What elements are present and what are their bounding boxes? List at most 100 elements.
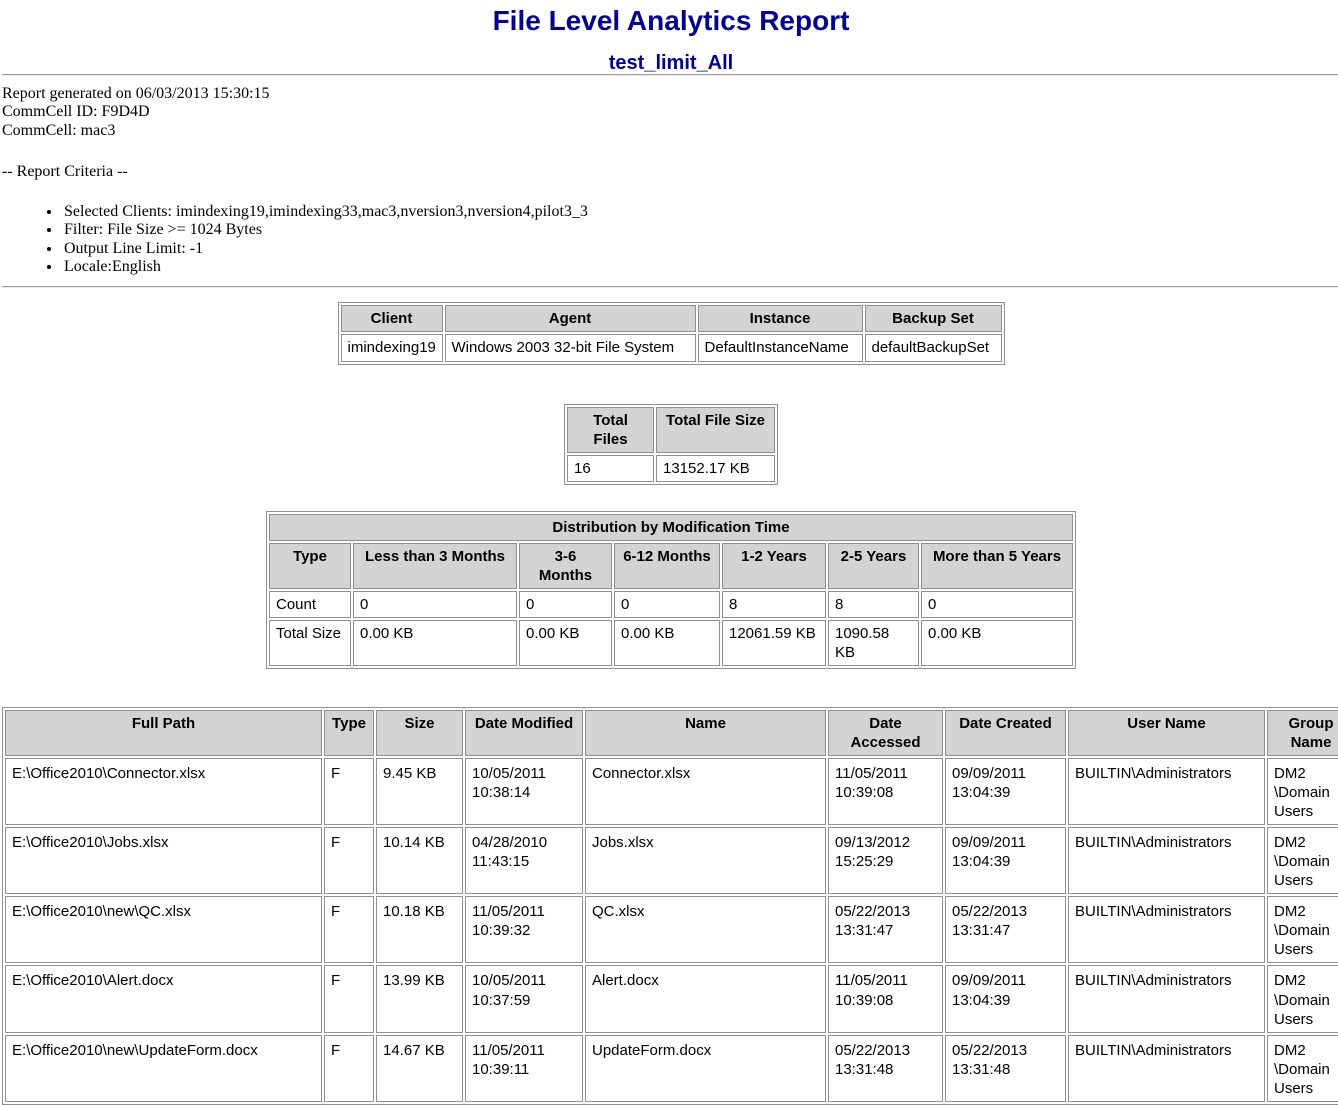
table-cell: 0 — [614, 591, 720, 618]
table-cell: F — [324, 965, 374, 1032]
header-row: ClientAgentInstanceBackup Set — [341, 305, 1002, 332]
table-cell: F — [324, 758, 374, 825]
table-cell: F — [324, 1035, 374, 1102]
table-cell: 05/22/2013 13:31:47 — [945, 896, 1066, 963]
table-row: 1613152.17 KB — [567, 455, 775, 482]
column-header: Name — [585, 710, 826, 756]
table-cell: E:\Office2010\new\QC.xlsx — [5, 896, 322, 963]
table-cell: BUILTIN\Administrators — [1068, 1035, 1265, 1102]
column-header: Client — [341, 305, 443, 332]
table-cell: 05/22/2013 13:31:47 — [828, 896, 943, 963]
table-row: E:\Office2010\new\UpdateForm.docxF14.67 … — [5, 1035, 1338, 1102]
table-cell: 1090.58 KB — [828, 620, 919, 666]
criteria-list: Selected Clients: imindexing19,imindexin… — [2, 203, 1338, 277]
table-cell: 10/05/2011 10:37:59 — [465, 965, 583, 1032]
table-cell: DM2\Domain Users — [1267, 1035, 1338, 1102]
page-subtitle: test_limit_All — [2, 52, 1338, 74]
table-cell: 11/05/2011 10:39:32 — [465, 896, 583, 963]
report-generated-line: Report generated on 06/03/2013 15:30:15 — [2, 85, 1338, 104]
divider — [2, 74, 1338, 76]
divider — [2, 286, 1338, 288]
distribution-table: Distribution by Modification Time TypeLe… — [266, 511, 1076, 669]
column-header: Backup Set — [865, 305, 1002, 332]
table-cell: 0 — [519, 591, 612, 618]
column-header: Type — [324, 710, 374, 756]
report-meta: Report generated on 06/03/2013 15:30:15 … — [2, 85, 1338, 141]
table-row: Count000880 — [269, 591, 1073, 618]
table-cell: E:\Office2010\Jobs.xlsx — [5, 827, 322, 894]
table-cell: E:\Office2010\Connector.xlsx — [5, 758, 322, 825]
column-header: More than 5 Years — [921, 543, 1073, 589]
table-row: E:\Office2010\Connector.xlsxF9.45 KB10/0… — [5, 758, 1338, 825]
criteria-item: Output Line Limit: -1 — [62, 240, 1338, 258]
table-row: E:\Office2010\Jobs.xlsxF10.14 KB04/28/20… — [5, 827, 1338, 894]
column-header: Total File Size — [656, 407, 775, 453]
table-cell: 8 — [722, 591, 826, 618]
table-row: E:\Office2010\Alert.docxF13.99 KB10/05/2… — [5, 965, 1338, 1032]
column-header: User Name — [1068, 710, 1265, 756]
table-row: imindexing19Windows 2003 32-bit File Sys… — [341, 334, 1002, 361]
table-row: Total Size0.00 KB0.00 KB0.00 KB12061.59 … — [269, 620, 1073, 666]
table-cell: 09/09/2011 13:04:39 — [945, 827, 1066, 894]
table-cell: defaultBackupSet — [865, 334, 1002, 361]
table-cell: Alert.docx — [585, 965, 826, 1032]
column-header: 2-5 Years — [828, 543, 919, 589]
table-cell: 0 — [921, 591, 1073, 618]
column-header: 6-12 Months — [614, 543, 720, 589]
table-cell: Connector.xlsx — [585, 758, 826, 825]
table-cell: 0.00 KB — [921, 620, 1073, 666]
page-title: File Level Analytics Report — [2, 6, 1338, 37]
table-cell: 11/05/2011 10:39:08 — [828, 758, 943, 825]
table-row: E:\Office2010\new\QC.xlsxF10.18 KB11/05/… — [5, 896, 1338, 963]
column-header: Instance — [698, 305, 863, 332]
table-cell: 9.45 KB — [376, 758, 463, 825]
table-cell: 0.00 KB — [353, 620, 517, 666]
table-cell: Windows 2003 32-bit File System — [445, 334, 696, 361]
column-header: Size — [376, 710, 463, 756]
table-cell: 09/09/2011 13:04:39 — [945, 758, 1066, 825]
table-cell: Total Size — [269, 620, 351, 666]
table-cell: 10/05/2011 10:38:14 — [465, 758, 583, 825]
column-header: 3-6 Months — [519, 543, 612, 589]
header-row: TypeLess than 3 Months3-6 Months6-12 Mon… — [269, 543, 1073, 589]
table-cell: E:\Office2010\Alert.docx — [5, 965, 322, 1032]
commcell-id-line: CommCell ID: F9D4D — [2, 103, 1338, 122]
table-cell: 10.18 KB — [376, 896, 463, 963]
table-cell: 13.99 KB — [376, 965, 463, 1032]
table-cell: DM2\Domain Users — [1267, 965, 1338, 1032]
column-header: Date Modified — [465, 710, 583, 756]
table-cell: BUILTIN\Administrators — [1068, 827, 1265, 894]
column-header: Less than 3 Months — [353, 543, 517, 589]
criteria-heading: -- Report Criteria -- — [2, 163, 1338, 182]
commcell-name-line: CommCell: mac3 — [2, 122, 1338, 141]
column-header: Group Name — [1267, 710, 1338, 756]
table-cell: UpdateForm.docx — [585, 1035, 826, 1102]
table-cell: Count — [269, 591, 351, 618]
table-cell: 05/22/2013 13:31:48 — [828, 1035, 943, 1102]
table-cell: 05/22/2013 13:31:48 — [945, 1035, 1066, 1102]
table-cell: imindexing19 — [341, 334, 443, 361]
table-cell: 09/09/2011 13:04:39 — [945, 965, 1066, 1032]
criteria-item: Filter: File Size >= 1024 Bytes — [62, 221, 1338, 239]
table-cell: BUILTIN\Administrators — [1068, 896, 1265, 963]
totals-table: Total FilesTotal File Size 1613152.17 KB — [564, 404, 778, 485]
header-row: Total FilesTotal File Size — [567, 407, 775, 453]
table-cell: 13152.17 KB — [656, 455, 775, 482]
column-header: Type — [269, 543, 351, 589]
table-cell: BUILTIN\Administrators — [1068, 758, 1265, 825]
header-row: Full PathTypeSizeDate ModifiedNameDate A… — [5, 710, 1338, 756]
table-cell: 11/05/2011 10:39:08 — [828, 965, 943, 1032]
table-cell: 8 — [828, 591, 919, 618]
table-title-row: Distribution by Modification Time — [269, 514, 1073, 541]
table-cell: 0.00 KB — [519, 620, 612, 666]
table-cell: DM2\Domain Users — [1267, 827, 1338, 894]
table-cell: E:\Office2010\new\UpdateForm.docx — [5, 1035, 322, 1102]
distribution-title: Distribution by Modification Time — [269, 514, 1073, 541]
table-cell: DM2\Domain Users — [1267, 896, 1338, 963]
client-table: ClientAgentInstanceBackup Set imindexing… — [338, 302, 1005, 364]
table-cell: 09/13/2012 15:25:29 — [828, 827, 943, 894]
column-header: Date Created — [945, 710, 1066, 756]
table-cell: 04/28/2010 11:43:15 — [465, 827, 583, 894]
column-header: Date Accessed — [828, 710, 943, 756]
files-table: Full PathTypeSizeDate ModifiedNameDate A… — [2, 707, 1338, 1105]
